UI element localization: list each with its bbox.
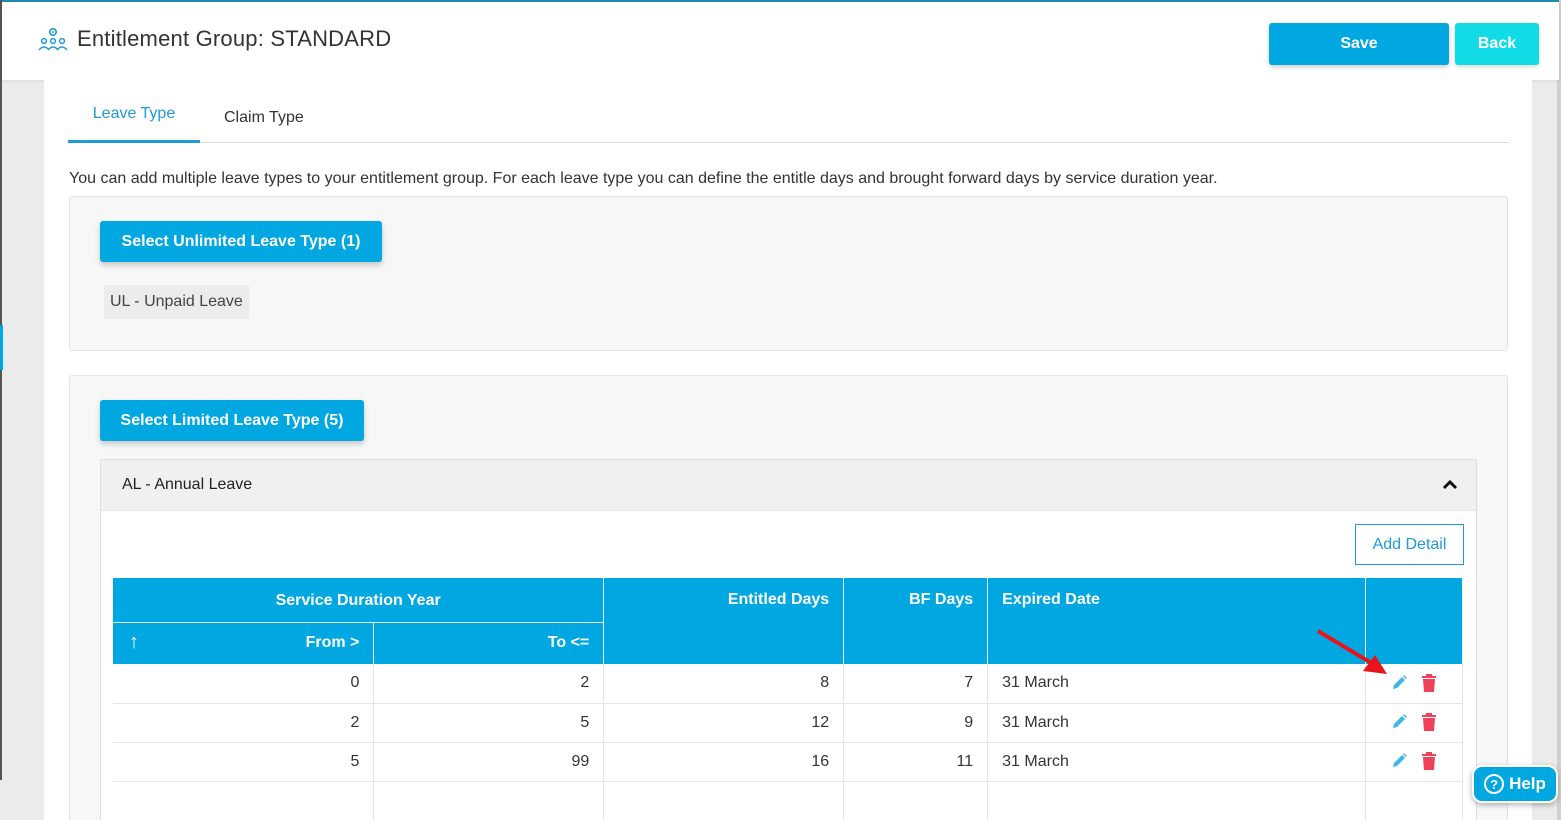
from-cell: 2 bbox=[113, 703, 375, 743]
entitled-cell: 8 bbox=[603, 664, 845, 704]
page-title: Entitlement Group: STANDARD bbox=[77, 26, 392, 51]
expired-cell: 31 March bbox=[987, 664, 1366, 704]
delete-icon[interactable] bbox=[1421, 674, 1437, 693]
bf-cell: 7 bbox=[843, 664, 989, 704]
page-header: Entitlement Group: STANDARD Save Back bbox=[2, 0, 1559, 80]
from-cell: 0 bbox=[113, 664, 375, 704]
edit-icon[interactable] bbox=[1391, 752, 1407, 770]
accordion-header[interactable]: AL - Annual Leave bbox=[101, 460, 1476, 511]
table-row: 5 99 16 11 31 March bbox=[113, 742, 1464, 782]
group-settings-icon bbox=[38, 27, 68, 51]
main-panel: Leave Type Claim Type You can add multip… bbox=[44, 80, 1532, 820]
bf-cell: 9 bbox=[843, 703, 989, 743]
left-accent-bar bbox=[0, 325, 3, 370]
delete-icon[interactable] bbox=[1421, 752, 1437, 771]
actions-cell bbox=[1365, 742, 1464, 782]
description-text: You can add multiple leave types to your… bbox=[69, 170, 1218, 187]
from-header[interactable]: ↑ From > bbox=[113, 621, 375, 664]
edit-icon[interactable] bbox=[1391, 713, 1407, 731]
select-limited-leave-button[interactable]: Select Limited Leave Type (5) bbox=[100, 400, 364, 441]
entitled-cell: 12 bbox=[603, 703, 845, 743]
expired-cell: 31 March bbox=[987, 703, 1366, 743]
to-header[interactable]: To <= bbox=[373, 621, 605, 664]
tab-claim-type[interactable]: Claim Type bbox=[224, 109, 304, 127]
limited-leave-section: Select Limited Leave Type (5) AL - Annua… bbox=[69, 375, 1508, 820]
edit-icon[interactable] bbox=[1391, 674, 1407, 692]
help-label: Help bbox=[1509, 774, 1546, 793]
to-cell: 5 bbox=[373, 703, 605, 743]
select-unlimited-leave-button[interactable]: Select Unlimited Leave Type (1) bbox=[100, 221, 382, 262]
to-cell: 2 bbox=[373, 664, 605, 704]
actions-cell bbox=[1365, 703, 1464, 743]
right-scrollbar-track[interactable] bbox=[1557, 0, 1561, 820]
tab-bar: Leave Type Claim Type bbox=[68, 80, 1509, 143]
save-button[interactable]: Save bbox=[1269, 23, 1449, 65]
sort-arrow-icon[interactable]: ↑ bbox=[129, 631, 139, 654]
left-edge-strip bbox=[0, 0, 2, 780]
chevron-up-icon[interactable] bbox=[1442, 477, 1458, 493]
to-cell: 99 bbox=[373, 742, 605, 782]
table-row: 0 2 8 7 31 March bbox=[113, 664, 1464, 704]
entitlement-table: Service Duration Year Entitled Days BF D… bbox=[113, 578, 1464, 820]
expired-date-header[interactable]: Expired Date bbox=[987, 578, 1366, 664]
table-row-empty bbox=[113, 781, 1464, 820]
accordion-title: AL - Annual Leave bbox=[122, 476, 253, 493]
help-button[interactable]: ? Help bbox=[1472, 765, 1558, 803]
annotation-arrow-icon bbox=[1316, 629, 1387, 674]
from-cell: 5 bbox=[113, 742, 375, 782]
service-duration-header: Service Duration Year bbox=[113, 578, 605, 622]
bf-cell: 11 bbox=[843, 742, 989, 782]
from-header-label: From > bbox=[305, 634, 360, 652]
entitled-cell: 16 bbox=[603, 742, 845, 782]
unlimited-leave-section: Select Unlimited Leave Type (1) UL - Unp… bbox=[69, 196, 1508, 351]
leave-type-chip: UL - Unpaid Leave bbox=[104, 285, 249, 319]
delete-icon[interactable] bbox=[1421, 713, 1437, 732]
bf-days-header[interactable]: BF Days bbox=[843, 578, 989, 664]
entitled-days-header[interactable]: Entitled Days bbox=[603, 578, 845, 664]
table-row: 2 5 12 9 31 March bbox=[113, 703, 1464, 743]
back-button[interactable]: Back bbox=[1455, 23, 1539, 65]
add-detail-button[interactable]: Add Detail bbox=[1355, 524, 1464, 565]
tab-leave-type[interactable]: Leave Type bbox=[68, 105, 200, 143]
leave-accordion: AL - Annual Leave Add Detail Service Dur… bbox=[100, 459, 1477, 820]
question-mark-icon: ? bbox=[1484, 774, 1505, 794]
expired-cell: 31 March bbox=[987, 742, 1366, 782]
